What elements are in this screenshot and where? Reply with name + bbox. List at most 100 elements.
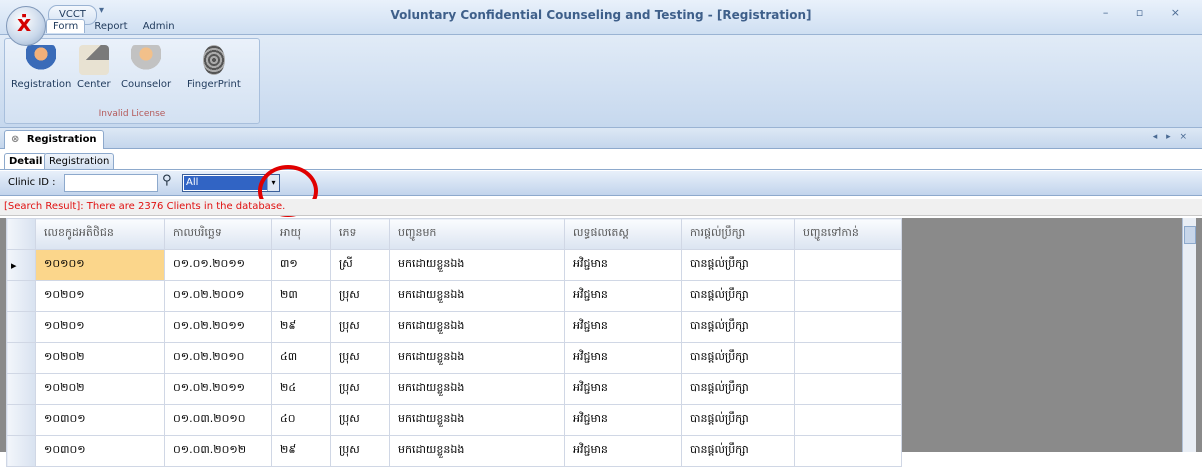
grid-cell[interactable]: បានផ្តល់ប្រឹក្សា: [681, 249, 795, 281]
grid-cell[interactable]: ១០១០១: [35, 249, 165, 281]
grid-cell[interactable]: ប្រុស: [330, 404, 390, 436]
current-row-indicator-icon[interactable]: ▸: [6, 249, 36, 281]
column-header[interactable]: កាលបរិច្ឆេទ: [164, 218, 272, 250]
grid-cell[interactable]: មកដោយខ្លួនឯង: [389, 249, 565, 281]
grid-cell[interactable]: មកដោយខ្លួនឯង: [389, 435, 565, 467]
row-header[interactable]: [6, 435, 36, 467]
grid-cell[interactable]: មកដោយខ្លួនឯង: [389, 404, 565, 436]
grid-cell[interactable]: មកដោយខ្លួនឯង: [389, 311, 565, 343]
grid-cell[interactable]: ២៣: [271, 280, 331, 312]
grid-cell[interactable]: [794, 342, 902, 374]
counselor-button[interactable]: Counselor: [121, 45, 171, 90]
grid-cell[interactable]: អវិជ្ជមាន: [564, 280, 682, 312]
grid-cell[interactable]: ០១.០៣.២០១២: [164, 435, 272, 467]
grid-cell[interactable]: អវិជ្ជមាន: [564, 404, 682, 436]
grid-cell[interactable]: អវិជ្ជមាន: [564, 311, 682, 343]
grid-cell[interactable]: [794, 404, 902, 436]
grid-cell[interactable]: ១០២០១: [35, 280, 165, 312]
tab-navigation-icons[interactable]: ◂ ▸ ×: [1153, 132, 1190, 142]
grid-cell[interactable]: ស្រី: [330, 249, 390, 281]
grid-cell[interactable]: បានផ្តល់ប្រឹក្សា: [681, 373, 795, 405]
grid-cell[interactable]: អវិជ្ជមាន: [564, 435, 682, 467]
column-header[interactable]: លេខកូដអតិថិជន: [35, 218, 165, 250]
table-row[interactable]: ១០២០១ ០១.០២.២០១១ ២៩ ប្រុស មកដោយខ្លួនឯង អ…: [6, 311, 902, 343]
grid-cell[interactable]: បានផ្តល់ប្រឹក្សា: [681, 342, 795, 374]
center-button[interactable]: Center: [77, 45, 111, 90]
counselor-icon: [131, 45, 162, 75]
table-row[interactable]: ១០៣០១ ០១.០៣.២០១២ ២៩ ប្រុស មកដោយខ្លួនឯង អ…: [6, 435, 902, 467]
grid-cell[interactable]: ០១.០២.២០១០: [164, 342, 272, 374]
grid-cell[interactable]: ៤៣: [271, 342, 331, 374]
row-header[interactable]: [6, 404, 36, 436]
tab-admin[interactable]: Admin: [137, 20, 181, 33]
clinic-id-input[interactable]: [64, 174, 158, 192]
column-header[interactable]: អាយុ: [271, 218, 331, 250]
grid-cell[interactable]: ០១.០៣.២០១០: [164, 404, 272, 436]
ribbon-tabs: Form Report Admin: [46, 19, 181, 34]
grid-cell[interactable]: ប្រុស: [330, 342, 390, 374]
row-header[interactable]: [6, 280, 36, 312]
grid-cell[interactable]: មកដោយខ្លួនឯង: [389, 342, 565, 374]
tab-registration[interactable]: Registration: [44, 153, 115, 169]
grid-cell[interactable]: ១០៣០១: [35, 435, 165, 467]
grid-cell[interactable]: ៤០: [271, 404, 331, 436]
grid-cell[interactable]: ២៤: [271, 373, 331, 405]
grid-cell[interactable]: អវិជ្ជមាន: [564, 249, 682, 281]
window-controls[interactable]: – ▫ ×: [1103, 6, 1192, 19]
grid-cell[interactable]: ប្រុស: [330, 435, 390, 467]
grid-cell[interactable]: បានផ្តល់ប្រឹក្សា: [681, 404, 795, 436]
column-header[interactable]: លទ្ធផលតេស្ត: [564, 218, 682, 250]
grid-cell[interactable]: អវិជ្ជមាន: [564, 342, 682, 374]
column-header[interactable]: ការផ្តល់ប្រឹក្សា: [681, 218, 795, 250]
grid-cell[interactable]: [794, 249, 902, 281]
grid-cell[interactable]: ២៩: [271, 311, 331, 343]
grid-cell[interactable]: ២៩: [271, 435, 331, 467]
search-icon[interactable]: ⚲: [162, 173, 172, 188]
grid-cell[interactable]: អវិជ្ជមាន: [564, 373, 682, 405]
tab-registration-document[interactable]: ⊗ Registration: [4, 130, 104, 149]
table-row[interactable]: ១០២០២ ០១.០២.២០១១ ២៤ ប្រុស មកដោយខ្លួនឯង អ…: [6, 373, 902, 405]
clinic-id-label: Clinic ID :: [8, 177, 56, 188]
grid-cell[interactable]: ៣១: [271, 249, 331, 281]
vertical-scrollbar[interactable]: [1182, 218, 1196, 452]
grid-cell[interactable]: បានផ្តល់ប្រឹក្សា: [681, 311, 795, 343]
close-tab-icon[interactable]: ⊗: [11, 134, 19, 145]
column-header[interactable]: បញ្ជូនទៅកាន់: [794, 218, 902, 250]
registration-button[interactable]: Registration: [11, 45, 71, 90]
grid-cell[interactable]: ០១.០២.២០០១: [164, 280, 272, 312]
column-header[interactable]: ភេទ: [330, 218, 390, 250]
grid-cell[interactable]: ១០៣០១: [35, 404, 165, 436]
scrollbar-thumb[interactable]: [1184, 226, 1196, 244]
grid-cell[interactable]: ១០២០២: [35, 342, 165, 374]
grid-cell[interactable]: មកដោយខ្លួនឯង: [389, 280, 565, 312]
tab-report[interactable]: Report: [88, 20, 133, 33]
grid-cell[interactable]: ០១.០២.២០១១: [164, 311, 272, 343]
grid-cell[interactable]: បានផ្តល់ប្រឹក្សា: [681, 435, 795, 467]
tab-form[interactable]: Form: [46, 19, 86, 33]
grid-cell[interactable]: ០១.០១.២០១១: [164, 249, 272, 281]
application-menu-button[interactable]: ẋ: [6, 6, 46, 46]
table-row[interactable]: ១០២០២ ០១.០២.២០១០ ៤៣ ប្រុស មកដោយខ្លួនឯង អ…: [6, 342, 902, 374]
row-header[interactable]: [6, 342, 36, 374]
grid-cell[interactable]: [794, 311, 902, 343]
table-row[interactable]: ១០២០១ ០១.០២.២០០១ ២៣ ប្រុស មកដោយខ្លួនឯង អ…: [6, 280, 902, 312]
row-header[interactable]: [6, 311, 36, 343]
grid-cell[interactable]: [794, 373, 902, 405]
grid-cell[interactable]: ១០២០១: [35, 311, 165, 343]
document-tab-label: Registration: [26, 134, 97, 145]
fingerprint-button[interactable]: FingerPrint: [187, 45, 241, 90]
grid-cell[interactable]: បានផ្តល់ប្រឹក្សា: [681, 280, 795, 312]
tab-detail[interactable]: Detail: [4, 153, 48, 169]
grid-cell[interactable]: ០១.០២.២០១១: [164, 373, 272, 405]
table-row[interactable]: ១០៣០១ ០១.០៣.២០១០ ៤០ ប្រុស មកដោយខ្លួនឯង អ…: [6, 404, 902, 436]
grid-cell[interactable]: [794, 435, 902, 467]
grid-cell[interactable]: មកដោយខ្លួនឯង: [389, 373, 565, 405]
grid-cell[interactable]: ប្រុស: [330, 373, 390, 405]
grid-cell[interactable]: [794, 280, 902, 312]
grid-cell[interactable]: ១០២០២: [35, 373, 165, 405]
table-row[interactable]: ▸ ១០១០១ ០១.០១.២០១១ ៣១ ស្រី មកដោយខ្លួនឯង …: [6, 249, 902, 281]
grid-cell[interactable]: ប្រុស: [330, 311, 390, 343]
row-header[interactable]: [6, 373, 36, 405]
grid-cell[interactable]: ប្រុស: [330, 280, 390, 312]
column-header[interactable]: បញ្ជូនមក: [389, 218, 565, 250]
